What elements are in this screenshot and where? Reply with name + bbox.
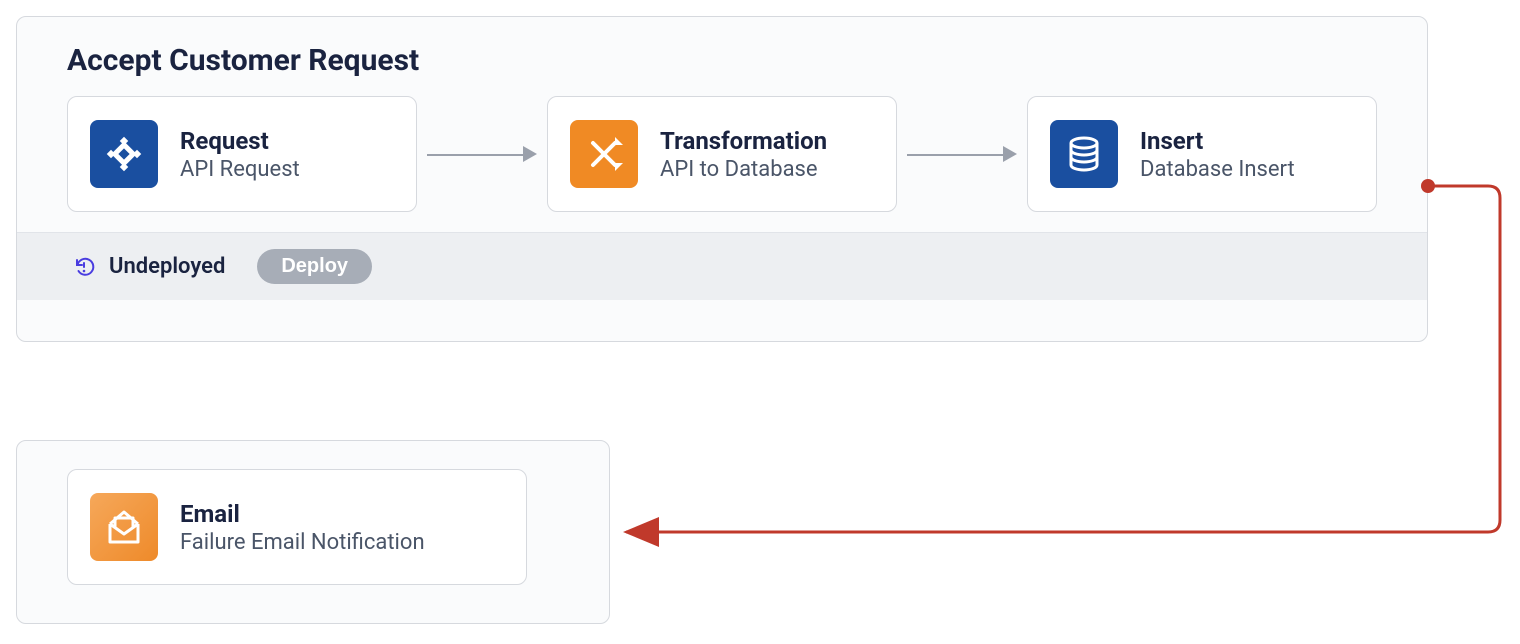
- arrow-icon: [417, 149, 547, 159]
- arrow-icon: [897, 149, 1027, 159]
- database-icon: [1050, 120, 1118, 188]
- steps-row: Request API Request Transformation API t…: [17, 86, 1427, 232]
- step-title: Request: [180, 127, 300, 155]
- step-title: Transformation: [660, 127, 827, 155]
- step-email[interactable]: Email Failure Email Notification: [67, 469, 527, 585]
- step-title: Email: [180, 500, 425, 528]
- group-title: Accept Customer Request: [17, 17, 1427, 86]
- step-subtitle: API Request: [180, 157, 300, 182]
- group-footer: Undeployed Deploy: [17, 232, 1427, 300]
- operation-group-accept-customer-request[interactable]: Accept Customer Request Request API Requ…: [16, 16, 1428, 342]
- steps-row: Email Failure Email Notification: [17, 441, 609, 613]
- step-subtitle: Database Insert: [1140, 157, 1295, 182]
- status-label: Undeployed: [109, 254, 225, 279]
- refresh-alert-icon: [73, 256, 95, 278]
- step-subtitle: Failure Email Notification: [180, 530, 425, 555]
- email-icon: [90, 493, 158, 561]
- connector-icon: [90, 120, 158, 188]
- transform-icon: [570, 120, 638, 188]
- deploy-button[interactable]: Deploy: [257, 249, 372, 284]
- step-title: Insert: [1140, 127, 1295, 155]
- step-subtitle: API to Database: [660, 157, 827, 182]
- step-transformation[interactable]: Transformation API to Database: [547, 96, 897, 212]
- operation-group-email[interactable]: Email Failure Email Notification: [16, 440, 610, 624]
- step-request[interactable]: Request API Request: [67, 96, 417, 212]
- step-insert[interactable]: Insert Database Insert: [1027, 96, 1377, 212]
